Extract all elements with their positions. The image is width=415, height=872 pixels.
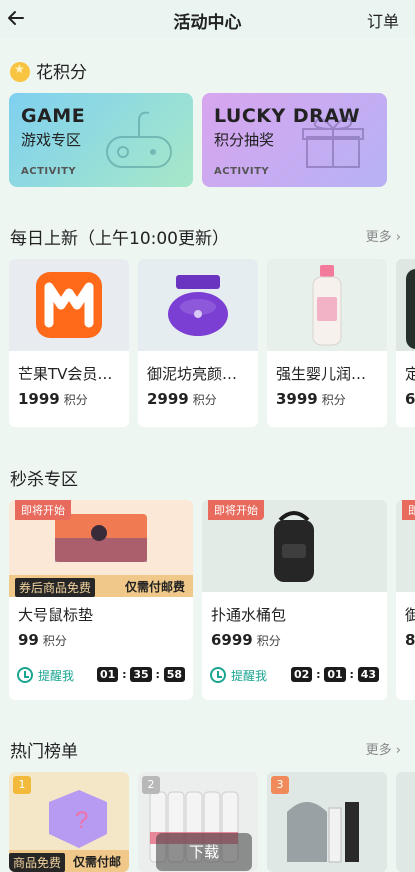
daily-new-title: 每日上新（上午10:00更新）: [10, 229, 229, 249]
product-points: 99 积分: [18, 631, 67, 649]
rank-badge: 3: [271, 776, 289, 794]
product-card-mango-tv[interactable]: 芒果TV会员… 1999 积分: [9, 259, 129, 427]
product-name: 御: [405, 604, 415, 625]
product-card-partial[interactable]: 定 6: [396, 259, 415, 427]
hot-more-link[interactable]: 更多 ›: [366, 739, 401, 758]
product-card-yunifang[interactable]: 御泥坊亮颜… 2999 积分: [138, 259, 258, 427]
game-banner-tag: ACTIVITY: [21, 166, 77, 177]
alarm-clock-icon: [210, 667, 226, 683]
remind-me-button[interactable]: 提醒我: [17, 667, 74, 684]
product-image: [267, 259, 387, 351]
product-points: 1999 积分: [18, 390, 88, 408]
gift-box-icon: [302, 117, 364, 168]
mango-tv-logo-icon: [36, 272, 102, 338]
points-coin-icon: [10, 62, 30, 82]
game-banner-subtitle: 游戏专区: [21, 131, 82, 149]
product-name: 定: [405, 363, 415, 384]
hot-card-partial[interactable]: [396, 772, 415, 872]
product-points: 3999 积分: [276, 390, 346, 408]
activity-center-page: 活动中心 订单 花积分 GAME 游戏专区 ACTIVITY LUCKY DRA…: [0, 0, 415, 872]
game-banner-title: GAME: [21, 105, 86, 127]
product-image: [396, 259, 415, 351]
page-title: 活动中心: [173, 13, 242, 33]
product-name: 大号鼠标垫: [18, 606, 94, 624]
product-points: 6999 积分: [211, 631, 281, 649]
lucky-draw-banner-tag: ACTIVITY: [214, 166, 270, 177]
hot-card-3[interactable]: 3: [267, 772, 387, 872]
product-image: [9, 259, 129, 351]
cosmetic-jar-icon: [168, 275, 228, 336]
alarm-clock-icon: [17, 667, 33, 683]
flash-card-mouse-pad[interactable]: 即将开始 券后商品免费 仅需付邮费 大号鼠标垫 99 积分 提醒我 01 : 35…: [9, 500, 193, 700]
product-points: 2999 积分: [147, 390, 217, 408]
daily-more-link[interactable]: 更多 ›: [366, 226, 401, 245]
rank-badge: 1: [13, 776, 31, 794]
product-card-johnson-baby[interactable]: 强生婴儿润… 3999 积分: [267, 259, 387, 427]
game-zone-banner[interactable]: GAME 游戏专区 ACTIVITY: [9, 93, 193, 187]
flash-sale-title: 秒杀专区: [10, 470, 78, 490]
product-name: 强生婴儿润…: [276, 365, 367, 383]
product-image: [396, 772, 415, 872]
flash-card-partial[interactable]: 即 御 8: [396, 500, 415, 700]
coming-soon-badge: 即: [402, 500, 415, 520]
free-shipping-strip: 商品免费 仅需付邮: [9, 850, 129, 872]
countdown-timer: 02 : 01 : 43: [290, 667, 379, 682]
product-points: 8: [405, 631, 415, 649]
product-name: 芒果TV会员…: [18, 365, 113, 383]
remind-me-button[interactable]: 提醒我: [210, 667, 267, 684]
coming-soon-badge: 即将开始: [15, 500, 71, 520]
product-points: 6: [405, 390, 415, 408]
svg-text:?: ?: [75, 807, 88, 834]
rank-badge: 2: [142, 776, 160, 794]
countdown-timer: 01 : 35 : 58: [96, 667, 185, 682]
download-button[interactable]: 下载: [156, 833, 252, 871]
flash-card-bucket-bag[interactable]: 即将开始 扑通水桶包 6999 积分 提醒我 02 : 01 : 43: [202, 500, 387, 700]
product-partial-icon: [406, 269, 415, 349]
free-shipping-strip: 券后商品免费 仅需付邮费: [9, 575, 193, 597]
coming-soon-badge: 即将开始: [208, 500, 264, 520]
orders-button[interactable]: 订单: [367, 8, 399, 32]
gamepad-icon: [106, 111, 172, 168]
baby-oil-bottle-icon: [312, 265, 342, 346]
points-section-title: 花积分: [10, 58, 87, 83]
product-name: 扑通水桶包: [211, 606, 287, 624]
product-image: [138, 259, 258, 351]
top-bar: 活动中心 订单: [0, 0, 415, 38]
hot-ranking-title: 热门榜单: [10, 742, 78, 762]
product-name: 御泥坊亮颜…: [147, 365, 238, 383]
lucky-draw-banner[interactable]: LUCKY DRAW 积分抽奖 ACTIVITY: [202, 93, 387, 187]
hot-card-1[interactable]: ? 1 商品免费 仅需付邮: [9, 772, 129, 872]
lucky-draw-banner-subtitle: 积分抽奖: [214, 131, 275, 149]
